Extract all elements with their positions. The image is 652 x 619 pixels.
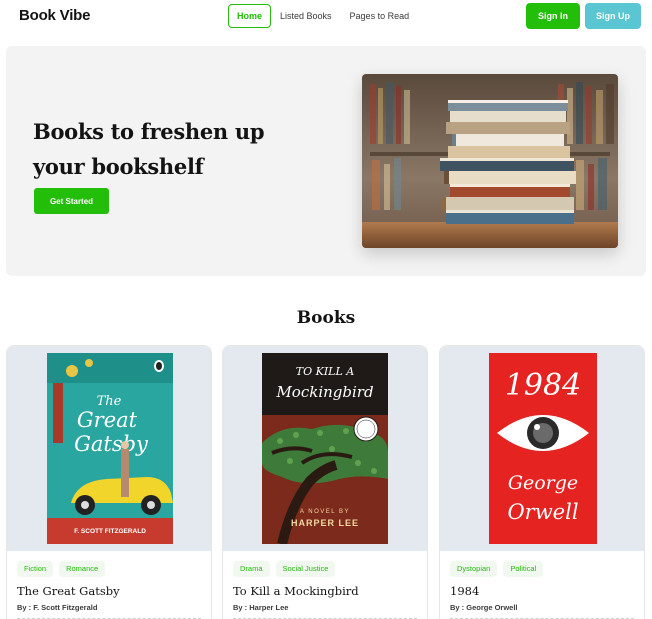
nav-links: Home Listed Books Pages to Read: [228, 4, 418, 28]
cover-text-great: Great: [77, 408, 138, 432]
cover-text-the: The: [97, 394, 122, 409]
book-title: The Great Gatsby: [17, 584, 120, 598]
navbar: Book Vibe Home Listed Books Pages to Rea…: [0, 0, 652, 33]
book-author: By : Harper Lee: [233, 603, 289, 612]
tag-dystopian[interactable]: Dystopian: [450, 561, 498, 577]
brand-logo[interactable]: Book Vibe: [19, 7, 90, 24]
cover-text-gatsby: Gatsby: [74, 432, 149, 456]
cover-text-a-novel-by: A NOVEL BY: [300, 509, 350, 515]
hero-book-stack-image: [362, 74, 618, 248]
hero-title-line-1: Books to freshen up: [33, 119, 265, 144]
tag-list: Dystopian Political: [450, 561, 544, 577]
book-author: By : George Orwell: [450, 603, 518, 612]
nav-link-home[interactable]: Home: [228, 4, 272, 28]
hero-title-line-2: your bookshelf: [33, 154, 204, 179]
book-author: By : F. Scott Fitzgerald: [17, 603, 98, 612]
cover-text-george: George: [508, 472, 578, 494]
cover-text-orwell: Orwell: [507, 500, 578, 524]
tag-drama[interactable]: Drama: [233, 561, 270, 577]
book-card[interactable]: 1984 George Orwell Dystopian Political 1…: [439, 345, 645, 619]
tag-social-justice[interactable]: Social Justice: [275, 561, 336, 577]
cover-byline: F. SCOTT FITZGERALD: [74, 528, 146, 535]
nav-link-listed-books[interactable]: Listed Books: [271, 4, 341, 28]
book-cover-mockingbird: TO KILL A Mockingbird A NOVEL BY HARPER …: [262, 353, 388, 544]
tag-fiction[interactable]: Fiction: [17, 561, 54, 577]
book-cover-area: The Great Gatsby F. SCOTT FITZGERALD: [7, 346, 211, 551]
book-cover-great-gatsby: The Great Gatsby F. SCOTT FITZGERALD: [47, 353, 173, 544]
cover-text-harper-lee: HARPER LEE: [291, 518, 359, 528]
sign-in-button[interactable]: Sign In: [526, 3, 580, 29]
tag-political[interactable]: Political: [503, 561, 544, 577]
book-cover-area: 1984 George Orwell: [440, 346, 644, 551]
books-section-title: Books: [296, 308, 356, 328]
book-cover-1984: 1984 George Orwell: [489, 353, 597, 544]
hero-banner: Books to freshen up your bookshelf Get S…: [6, 46, 646, 276]
book-title: 1984: [450, 584, 480, 598]
tag-list: Fiction Romance: [17, 561, 106, 577]
nav-link-pages-to-read[interactable]: Pages to Read: [341, 4, 419, 28]
book-card[interactable]: The Great Gatsby F. SCOTT FITZGERALD Fic…: [6, 345, 212, 619]
book-title: To Kill a Mockingbird: [233, 584, 359, 598]
book-cover-area: TO KILL A Mockingbird A NOVEL BY HARPER …: [223, 346, 427, 551]
cover-text-to-kill-a: TO KILL A: [296, 365, 355, 378]
sign-up-button[interactable]: Sign Up: [585, 3, 641, 29]
book-card[interactable]: TO KILL A Mockingbird A NOVEL BY HARPER …: [222, 345, 428, 619]
get-started-button[interactable]: Get Started: [34, 188, 109, 214]
hero-title: Books to freshen up your bookshelf: [33, 114, 333, 184]
tag-romance[interactable]: Romance: [59, 561, 106, 577]
cover-text-mockingbird: Mockingbird: [275, 383, 373, 401]
tag-list: Drama Social Justice: [233, 561, 336, 577]
cover-text-1984: 1984: [505, 368, 581, 403]
